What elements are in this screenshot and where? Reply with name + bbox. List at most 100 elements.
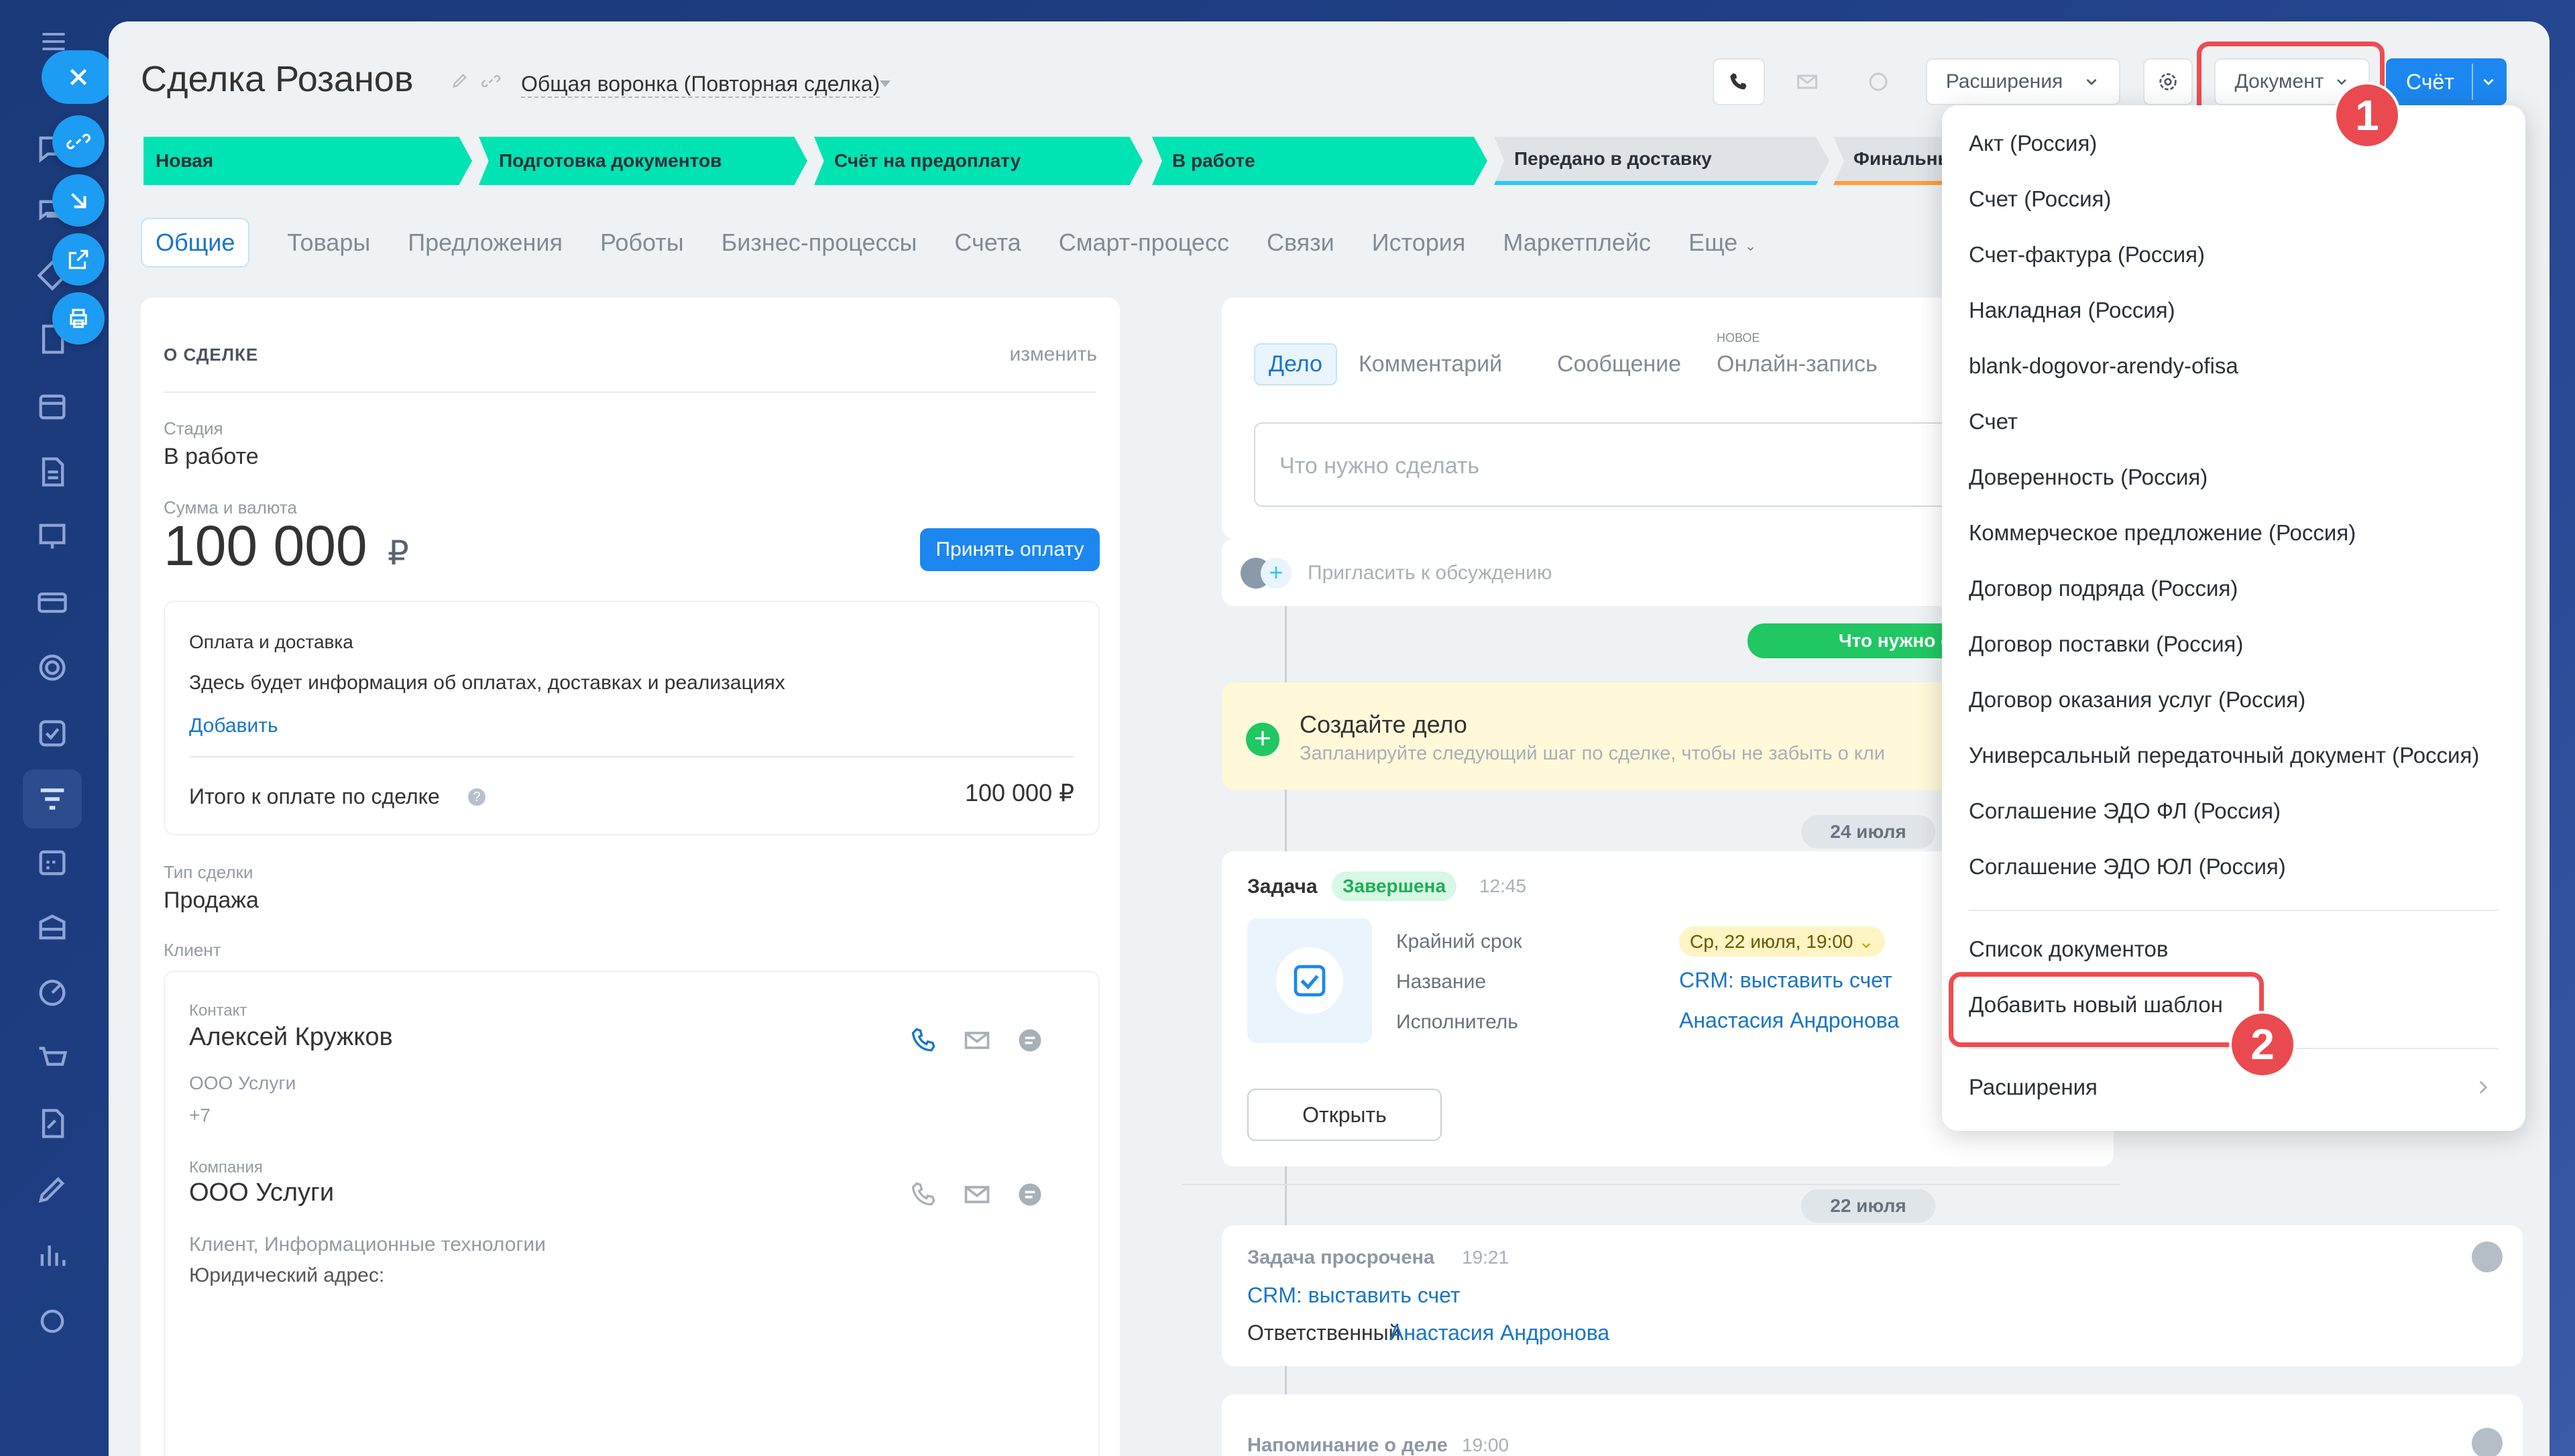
mail-icon <box>1797 74 1817 89</box>
card-icon[interactable] <box>35 585 70 620</box>
menu-item-invoice-factura[interactable]: Счет-фактура (Россия) <box>1969 242 2205 267</box>
print-button[interactable] <box>52 292 105 345</box>
menu-item-power-of-attorney[interactable]: Доверенность (Россия) <box>1969 465 2208 490</box>
tab-more[interactable]: Еще ⌄ <box>1689 229 1757 257</box>
help-icon[interactable]: ? <box>468 788 485 806</box>
cart-icon[interactable] <box>35 1041 70 1076</box>
stage-docs[interactable]: Подготовка документов <box>479 137 807 185</box>
inbox-icon[interactable] <box>35 910 70 945</box>
link-icon[interactable] <box>481 71 501 91</box>
stage-new[interactable]: Новая <box>144 137 472 185</box>
tab-robots[interactable]: Роботы <box>600 229 684 257</box>
target-icon[interactable] <box>35 650 70 685</box>
file-icon[interactable] <box>35 454 70 489</box>
edit-link[interactable]: изменить <box>1009 343 1097 366</box>
contact-name[interactable]: Алексей Кружков <box>189 1023 393 1052</box>
settings-button[interactable] <box>2143 58 2193 105</box>
tab-proposals[interactable]: Предложения <box>408 229 563 257</box>
avatar[interactable] <box>2472 1428 2503 1456</box>
close-slider-button[interactable] <box>42 50 115 104</box>
new-tag: НОВОЕ <box>1717 331 1760 345</box>
checkbox-icon[interactable] <box>35 716 70 751</box>
invoice-button[interactable]: Счёт <box>2386 58 2507 105</box>
mail-icon[interactable] <box>962 1180 992 1209</box>
left-sidebar <box>0 0 115 1456</box>
tab-history[interactable]: История <box>1372 229 1466 257</box>
chevron-down-icon <box>2086 78 2097 86</box>
divider <box>1182 1184 2120 1185</box>
menu-item-edo-fl[interactable]: Соглашение ЭДО ФЛ (Россия) <box>1969 798 2281 824</box>
stage-value: В работе <box>164 444 259 469</box>
tab-general[interactable]: Общие <box>141 218 250 267</box>
settings-icon[interactable] <box>35 1304 70 1339</box>
total-value: 100 000 ₽ <box>964 779 1074 806</box>
analytics-icon[interactable] <box>35 1237 70 1272</box>
phone-icon[interactable] <box>909 1180 939 1209</box>
executor-link[interactable]: Анастасия Андронова <box>1679 1008 1899 1033</box>
tab-products[interactable]: Товары <box>287 229 370 257</box>
chat-icon[interactable] <box>1015 1180 1045 1209</box>
chat-icon[interactable] <box>1015 1026 1045 1055</box>
download-button[interactable] <box>52 174 105 227</box>
stage-in-work[interactable]: В работе <box>1152 137 1487 185</box>
menu-item-invoice-ru[interactable]: Счет (Россия) <box>1969 186 2111 212</box>
menu-item-upd[interactable]: Универсальный передаточный документ (Рос… <box>1969 743 2479 768</box>
tab-comment[interactable]: Комментарий <box>1359 351 1502 377</box>
tab-message[interactable]: Сообщение <box>1557 351 1681 377</box>
add-person-icon[interactable]: + <box>1261 558 1292 589</box>
chat-button[interactable] <box>1852 58 1904 105</box>
menu-item-edo-ul[interactable]: Соглашение ЭДО ЮЛ (Россия) <box>1969 854 2286 879</box>
stage-label: Стадия <box>164 418 223 438</box>
company-name[interactable]: ООО Услуги <box>189 1178 334 1207</box>
phone-icon[interactable] <box>909 1026 939 1055</box>
open-new-window-button[interactable] <box>52 233 105 286</box>
deadline-pill[interactable]: Ср, 22 июля, 19:00 ⌄ <box>1679 926 1885 957</box>
menu-item-supply-contract[interactable]: Договор поставки (Россия) <box>1969 631 2243 657</box>
open-task-button[interactable]: Открыть <box>1247 1089 1442 1141</box>
menu-item-extensions[interactable]: Расширения <box>1969 1075 2098 1100</box>
plus-icon[interactable]: + <box>1246 723 1279 756</box>
task-illustration-circle <box>1276 947 1343 1014</box>
avatar[interactable] <box>2472 1241 2503 1272</box>
tab-marketplace[interactable]: Маркетплейс <box>1503 229 1651 257</box>
responsible-link[interactable]: Анастасия Андронова <box>1389 1321 1609 1345</box>
reminder-card: Напоминание о деле 19:00 <box>1222 1394 2523 1456</box>
menu-item-document-list[interactable]: Список документов <box>1969 936 2168 962</box>
divider <box>164 391 1096 393</box>
call-button[interactable] <box>1713 58 1765 105</box>
menu-item-services-contract[interactable]: Договор оказания услуг (Россия) <box>1969 687 2305 713</box>
edit-document-icon[interactable] <box>35 1106 70 1141</box>
goal-icon[interactable] <box>35 975 70 1010</box>
email-button[interactable] <box>1781 58 1833 105</box>
tab-smart-process[interactable]: Смарт-процесс <box>1059 229 1229 257</box>
menu-item-waybill[interactable]: Накладная (Россия) <box>1969 298 2175 323</box>
pen-icon[interactable] <box>35 1172 70 1207</box>
tab-activity[interactable]: Дело <box>1254 343 1337 385</box>
menu-item-invoice[interactable]: Счет <box>1969 409 2018 434</box>
calendar-icon[interactable] <box>35 389 70 424</box>
overdue-task-link[interactable]: CRM: выставить счет <box>1247 1283 1461 1308</box>
tab-invoices[interactable]: Счета <box>954 229 1021 257</box>
accept-payment-button[interactable]: Принять оплату <box>920 528 1100 571</box>
task-name-link[interactable]: CRM: выставить счет <box>1679 968 1892 993</box>
tab-business-processes[interactable]: Бизнес-процессы <box>722 229 917 257</box>
tab-links[interactable]: Связи <box>1267 229 1334 257</box>
payment-add-link[interactable]: Добавить <box>189 715 278 737</box>
funnel-selector[interactable]: Общая воронка (Повторная сделка) <box>521 72 880 98</box>
copy-link-button[interactable] <box>52 115 105 168</box>
about-heading: О СДЕЛКЕ <box>164 345 259 365</box>
menu-item-contract-work[interactable]: Договор подряда (Россия) <box>1969 576 2238 601</box>
stage-delivery[interactable]: Передано в доставку <box>1494 137 1829 185</box>
pencil-icon[interactable] <box>451 71 469 90</box>
schedule-icon[interactable] <box>35 845 70 879</box>
presentation-icon[interactable] <box>35 520 70 554</box>
tab-online-booking[interactable]: Онлайн-запись <box>1717 351 1878 377</box>
stage-prepay[interactable]: Счёт на предоплату <box>814 137 1143 185</box>
menu-item-lease-blank[interactable]: blank-dogovor-arendy-ofisa <box>1969 353 2238 379</box>
menu-item-commercial-offer[interactable]: Коммерческое предложение (Россия) <box>1969 520 2356 546</box>
mail-icon[interactable] <box>962 1026 992 1055</box>
crm-nav-active[interactable] <box>23 770 82 829</box>
extensions-dropdown[interactable]: Расширения <box>1926 58 2120 105</box>
page-title: Сделка Розанов <box>141 59 414 99</box>
menu-item-act[interactable]: Акт (Россия) <box>1969 131 2097 156</box>
